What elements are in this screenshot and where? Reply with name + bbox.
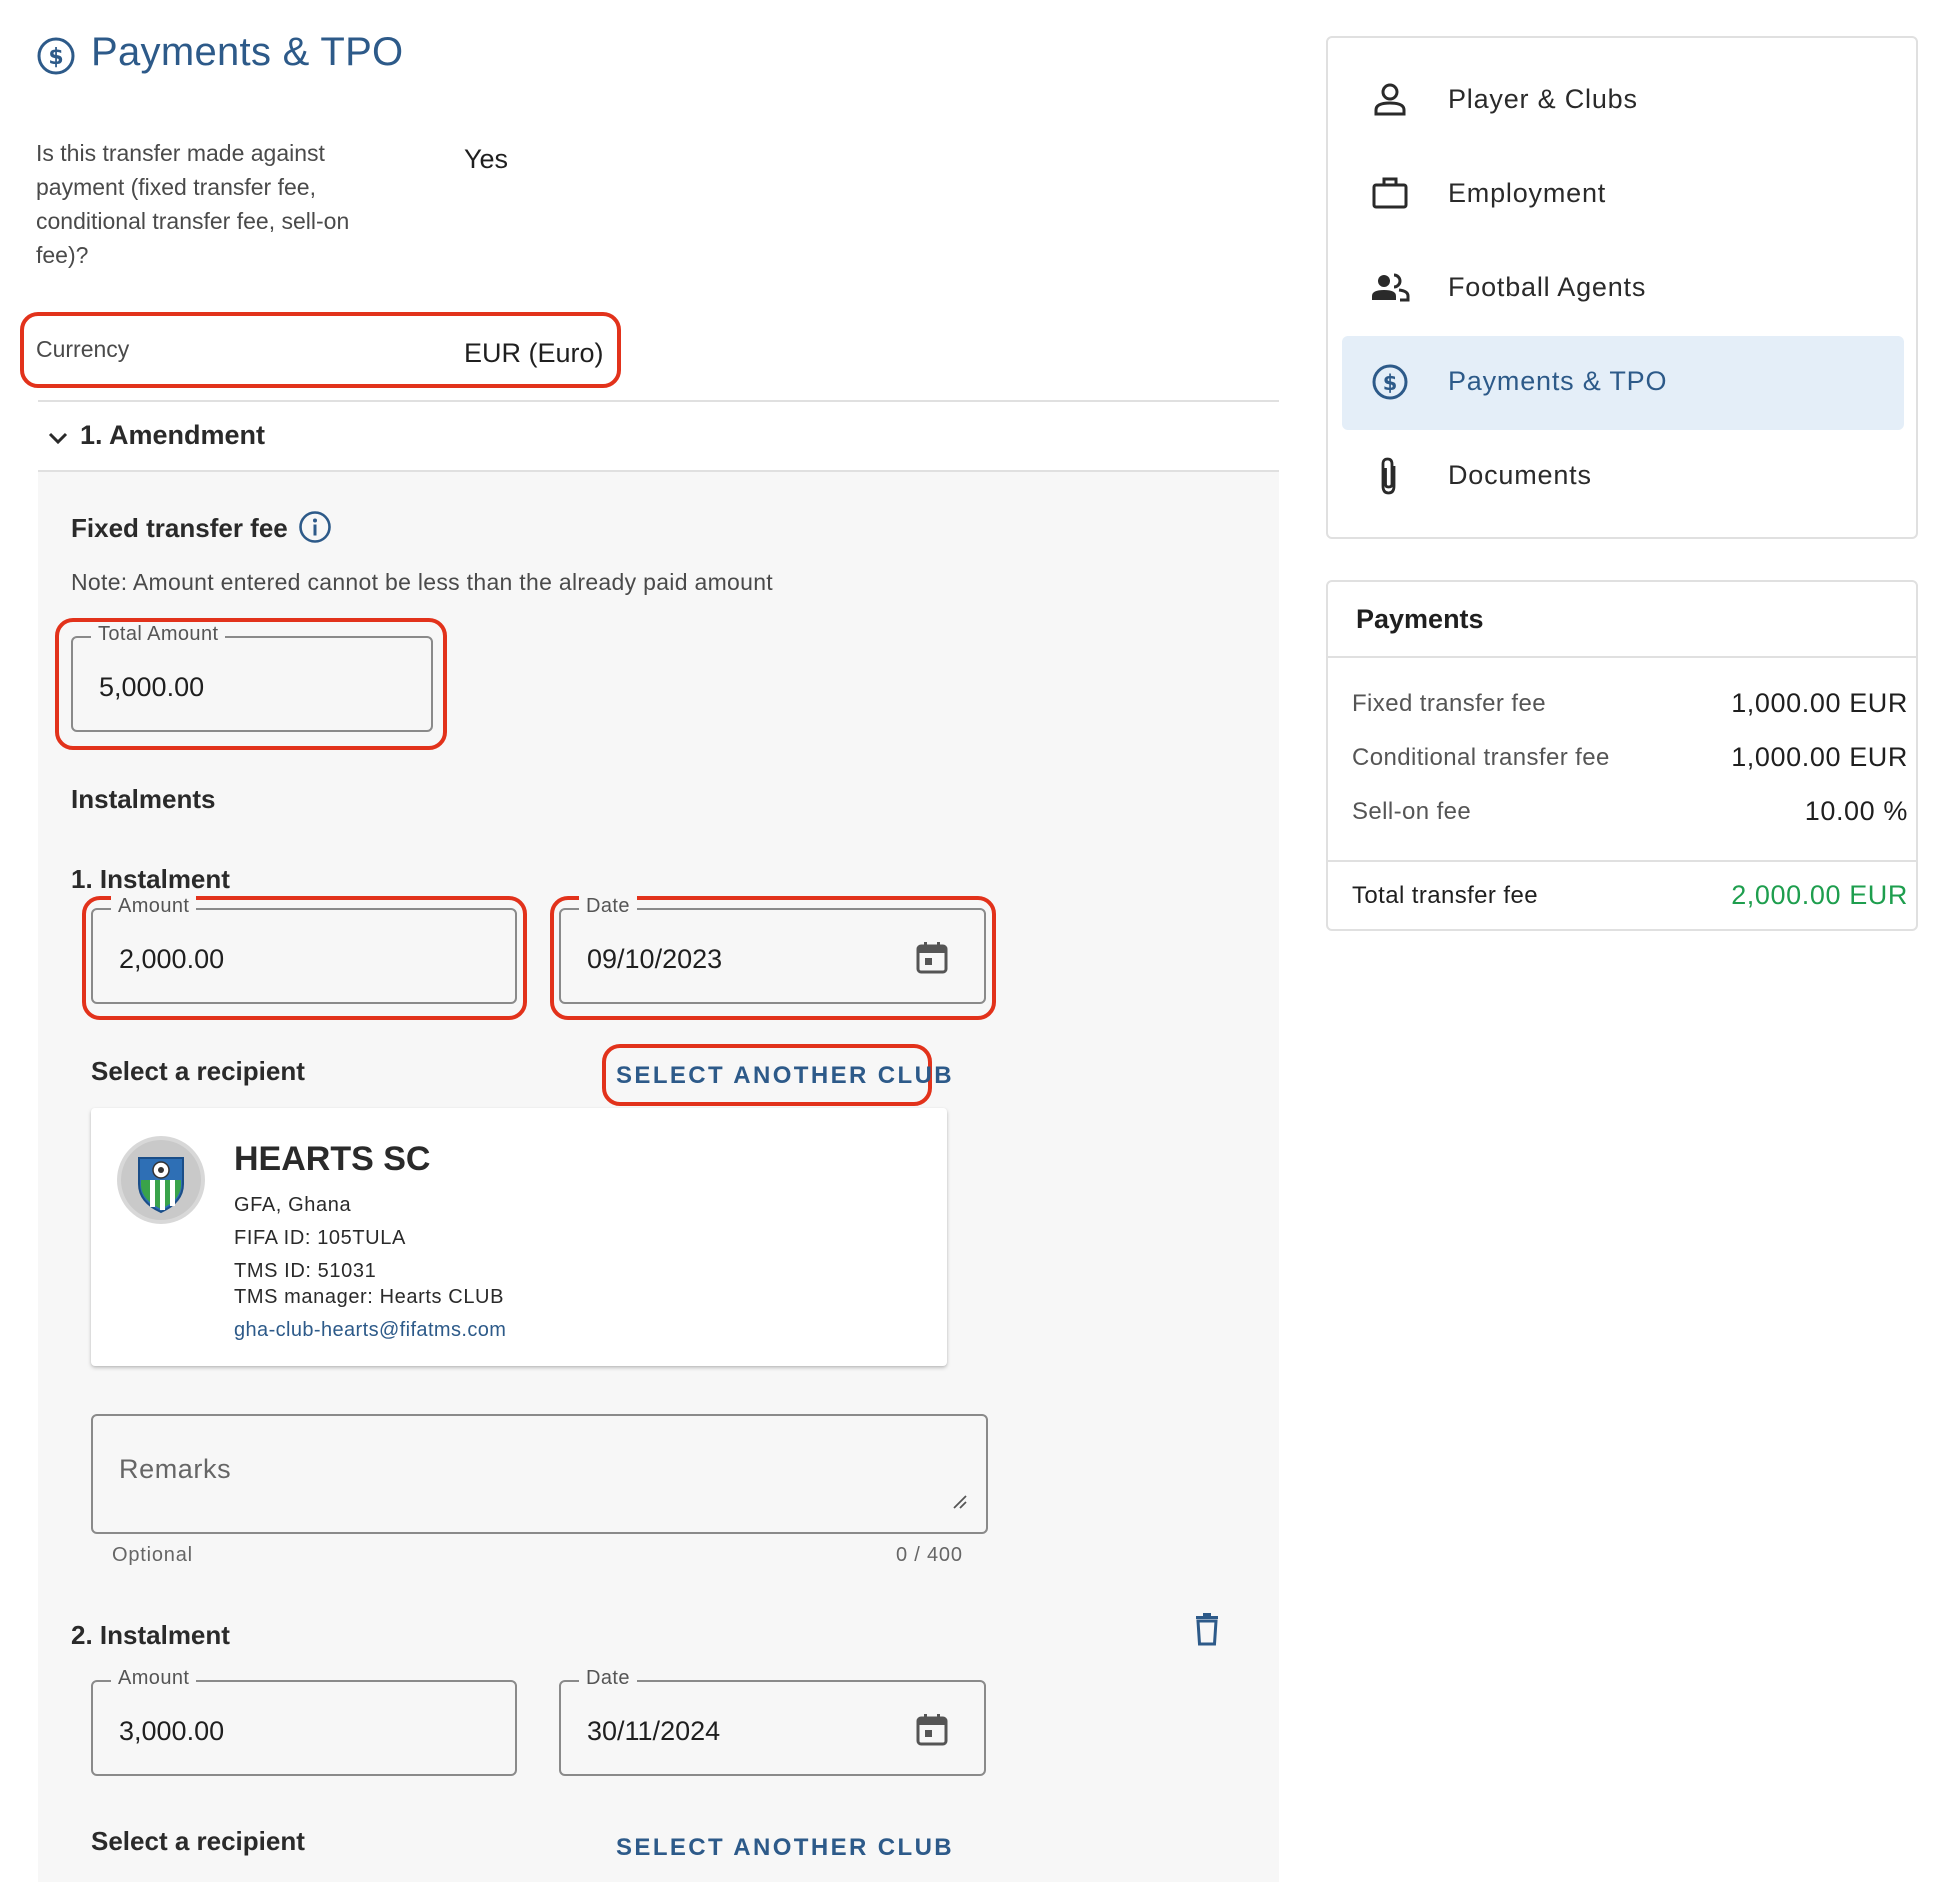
club-manager: TMS manager: Hearts CLUB [234,1286,505,1308]
remarks-textarea[interactable]: Remarks [91,1414,988,1534]
svg-text:$: $ [1383,371,1398,395]
nav-item-football-agents[interactable]: Football Agents [1342,242,1904,336]
payment-question-value: Yes [464,144,509,174]
total-amount-label: Total Amount [91,623,226,646]
remarks-hint: Optional [112,1544,193,1566]
nav-item-label: Employment [1448,178,1607,208]
recipient-label: Select a recipient [91,1056,305,1086]
select-another-club-button[interactable]: SELECT ANOTHER CLUB [616,1834,954,1862]
nav-item-label: Payments & TPO [1448,366,1668,396]
dollar-circle-icon: $ [36,36,76,76]
club-association: GFA, Ghana [234,1194,352,1216]
payments-summary-title: Payments [1356,604,1484,634]
summary-conditional-fee-value: 1,000.00 EUR [1731,742,1908,772]
divider [1328,860,1916,862]
section-nav: Player & Clubs Employment Football Agent… [1326,36,1918,539]
amendment-toggle[interactable]: 1. Amendment [38,408,438,466]
calendar-icon[interactable] [914,940,950,976]
nav-item-payments-tpo[interactable]: $ Payments & TPO [1342,336,1904,430]
instalment-1-amount-field[interactable]: Amount 2,000.00 [91,895,517,1004]
summary-fixed-fee-value: 1,000.00 EUR [1731,688,1908,718]
club-email-link[interactable]: gha-club-hearts@fifatms.com [234,1319,506,1342]
resize-handle-icon[interactable] [952,1494,968,1510]
summary-sell-on-fee-value: 10.00 % [1804,796,1908,826]
currency-value: EUR (Euro) [464,338,604,368]
nav-item-label: Documents [1448,460,1592,490]
instalment-2-date-field[interactable]: Date 30/11/2024 [559,1667,986,1776]
people-icon [1370,268,1410,308]
fee-note: Note: Amount entered cannot be less than… [71,569,773,595]
club-fifa-id: FIFA ID: 105TULA [234,1227,406,1249]
date-value: 09/10/2023 [587,944,723,974]
amount-label: Amount [111,1667,197,1690]
page-title: Payments & TPO [91,30,404,74]
summary-fixed-fee-label: Fixed transfer fee [1352,690,1546,717]
amount-value: 3,000.00 [119,1716,225,1746]
remarks-counter: 0 / 400 [896,1544,963,1566]
club-name: HEARTS SC [234,1140,431,1178]
instalments-title: Instalments [71,784,216,814]
amount-value: 2,000.00 [119,944,225,974]
date-value: 30/11/2024 [587,1716,721,1746]
person-icon [1370,80,1410,120]
summary-total-label: Total transfer fee [1352,882,1538,909]
amendment-title: 1. Amendment [80,420,266,450]
info-icon[interactable] [298,510,332,544]
remarks-placeholder: Remarks [119,1454,232,1484]
date-label: Date [579,1667,637,1690]
summary-total-value: 2,000.00 EUR [1731,880,1908,910]
club-crest-icon [117,1136,205,1224]
briefcase-icon [1370,174,1410,214]
fixed-fee-title: Fixed transfer fee [71,513,288,543]
total-amount-value: 5,000.00 [99,672,205,702]
summary-conditional-fee-label: Conditional transfer fee [1352,744,1610,771]
nav-item-label: Player & Clubs [1448,84,1638,114]
nav-item-documents[interactable]: Documents [1342,430,1904,524]
club-card[interactable]: HEARTS SC GFA, Ghana FIFA ID: 105TULA TM… [91,1108,947,1366]
divider [1328,656,1916,658]
payment-question-label: Is this transfer made against payment (f… [36,140,350,268]
nav-item-employment[interactable]: Employment [1342,148,1904,242]
instalment-2-amount-field[interactable]: Amount 3,000.00 [91,1667,517,1776]
delete-icon[interactable] [1190,1612,1224,1646]
paperclip-icon [1370,456,1410,496]
amount-label: Amount [111,895,197,918]
instalment-1-date-field[interactable]: Date 09/10/2023 [559,895,986,1004]
total-amount-field[interactable]: Total Amount 5,000.00 [71,623,433,732]
nav-item-label: Football Agents [1448,272,1647,302]
instalment-1-title: 1. Instalment [71,864,230,894]
nav-item-player-clubs[interactable]: Player & Clubs [1342,54,1904,148]
summary-sell-on-fee-label: Sell-on fee [1352,798,1472,825]
currency-label: Currency [36,336,130,362]
recipient-label: Select a recipient [91,1826,305,1856]
instalment-2-title: 2. Instalment [71,1620,230,1650]
svg-text:$: $ [48,45,63,70]
chevron-down-icon [44,424,72,452]
calendar-icon[interactable] [914,1712,950,1748]
payments-summary-card: Payments Fixed transfer fee 1,000.00 EUR… [1326,580,1918,931]
date-label: Date [579,895,637,918]
divider [38,400,1279,402]
dollar-circle-icon: $ [1370,362,1410,402]
club-tms-id: TMS ID: 51031 [234,1260,377,1282]
select-another-club-button[interactable]: SELECT ANOTHER CLUB [616,1062,954,1090]
